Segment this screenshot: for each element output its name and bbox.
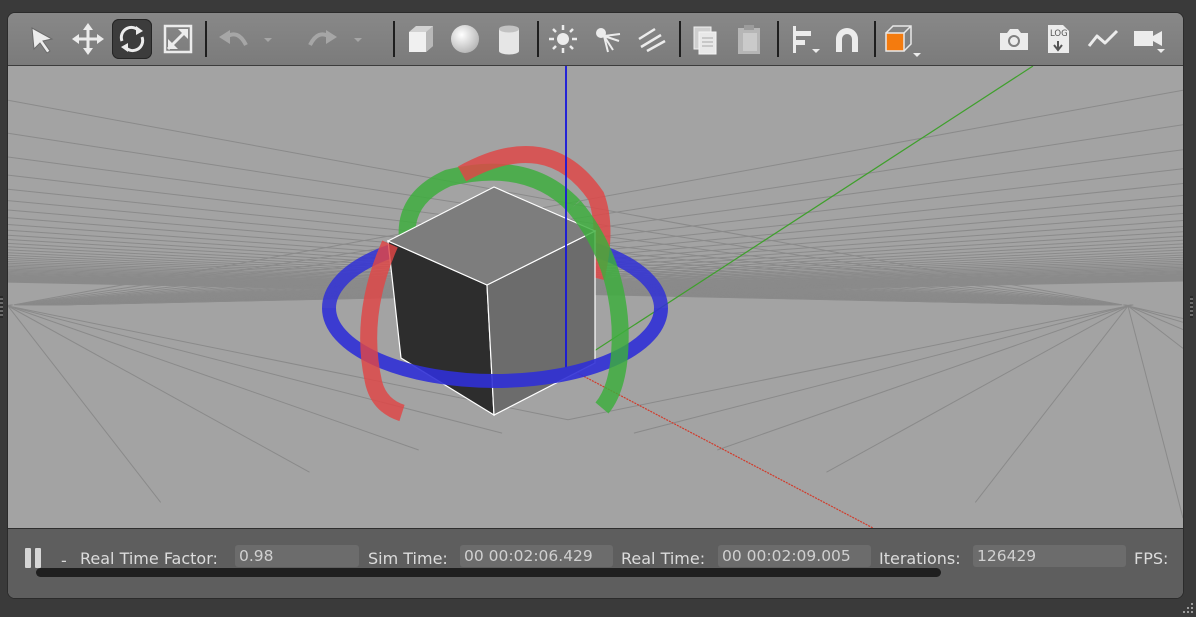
3d-viewport[interactable] (8, 66, 1183, 528)
record-video-button[interactable] (1128, 19, 1168, 59)
fps-label: FPS: (1134, 549, 1169, 568)
grid-line (8, 305, 162, 503)
camera-icon (1000, 29, 1028, 50)
real-time-factor-value: 0.98 (235, 545, 359, 567)
plot-icon (1087, 29, 1119, 47)
y-axis-line (567, 66, 1034, 369)
iterations-value: 126429 (973, 545, 1126, 567)
real-time-label: Real Time: (621, 549, 706, 568)
align-button[interactable] (783, 19, 823, 59)
point-light-button[interactable] (543, 19, 583, 59)
grid-line (717, 304, 1132, 451)
log-icon-text: LOG (1050, 29, 1068, 39)
view-angle-button[interactable] (881, 19, 921, 59)
scale-mode-button[interactable] (158, 19, 198, 59)
cylinder-icon (499, 25, 519, 55)
undo-button[interactable] (214, 19, 254, 59)
snap-button[interactable] (827, 19, 867, 59)
scale-icon (163, 24, 193, 54)
redo-button[interactable] (302, 19, 342, 59)
magnet-icon (836, 28, 858, 52)
paste-button[interactable] (729, 19, 769, 59)
plot-button[interactable] (1083, 19, 1123, 59)
arrow-cursor-icon (31, 27, 54, 54)
directional-light-icon (638, 27, 666, 53)
chevron-down-icon (264, 38, 272, 42)
left-splitter-handle[interactable] (0, 296, 3, 318)
log-button[interactable]: LOG (1038, 19, 1078, 59)
grid-line (633, 304, 1133, 434)
video-camera-icon (1134, 31, 1165, 53)
resize-grip-icon[interactable] (1183, 603, 1194, 614)
grid-line (1127, 304, 1183, 519)
pause-icon (25, 548, 31, 568)
sphere-icon (451, 25, 479, 53)
right-splitter-handle[interactable] (1190, 296, 1193, 318)
translate-mode-button[interactable] (68, 19, 108, 59)
directional-light-button[interactable] (631, 19, 671, 59)
point-light-icon (549, 25, 577, 53)
insert-cylinder-button[interactable] (489, 19, 529, 59)
undo-history-dropdown[interactable] (258, 19, 278, 59)
undo-icon (219, 30, 248, 46)
screenshot-button[interactable] (994, 19, 1034, 59)
log-icon: LOG (1048, 25, 1069, 53)
toolbar-separator (679, 21, 681, 57)
paste-icon (738, 25, 760, 54)
grid-line (826, 304, 1131, 473)
redo-icon (308, 30, 337, 46)
view-cube-icon (885, 25, 921, 57)
box-icon (409, 26, 433, 52)
grid-line (8, 305, 310, 473)
redo-history-dropdown[interactable] (348, 19, 368, 59)
grid-line (974, 304, 1130, 503)
iterations-label: Iterations: (879, 549, 961, 568)
grid-line (1126, 304, 1183, 349)
spot-light-button[interactable] (587, 19, 627, 59)
sim-time-value: 00 00:02:06.429 (460, 545, 613, 567)
real-time-value: 00 00:02:09.005 (718, 545, 871, 567)
toolbar-separator (777, 21, 779, 57)
status-bar: - Real Time Factor: 0.98 Sim Time: 00 00… (8, 528, 1183, 598)
copy-icon (693, 26, 717, 55)
insert-sphere-button[interactable] (445, 19, 485, 59)
toolbar-separator (537, 21, 539, 57)
select-mode-button[interactable] (22, 19, 62, 59)
toolbar-separator (874, 21, 876, 57)
horizontal-scrollbar[interactable] (36, 568, 941, 577)
chevron-down-icon (354, 38, 362, 42)
gazebo-window: LOG - Real Time Factor: 0.98 Sim Time: 0… (7, 12, 1184, 599)
rotate-icon (119, 25, 145, 53)
move-arrows-icon (72, 23, 104, 55)
insert-box-button[interactable] (400, 19, 440, 59)
align-icon (793, 26, 820, 53)
spot-light-icon (596, 28, 621, 53)
toolbar: LOG (8, 13, 1183, 66)
toolbar-separator (205, 21, 207, 57)
copy-button[interactable] (685, 19, 725, 59)
toolbar-separator (393, 21, 395, 57)
sim-time-label: Sim Time: (368, 549, 448, 568)
real-time-factor-label: Real Time Factor: (80, 549, 218, 568)
rotate-mode-button[interactable] (112, 19, 152, 59)
grid-line (8, 305, 419, 451)
